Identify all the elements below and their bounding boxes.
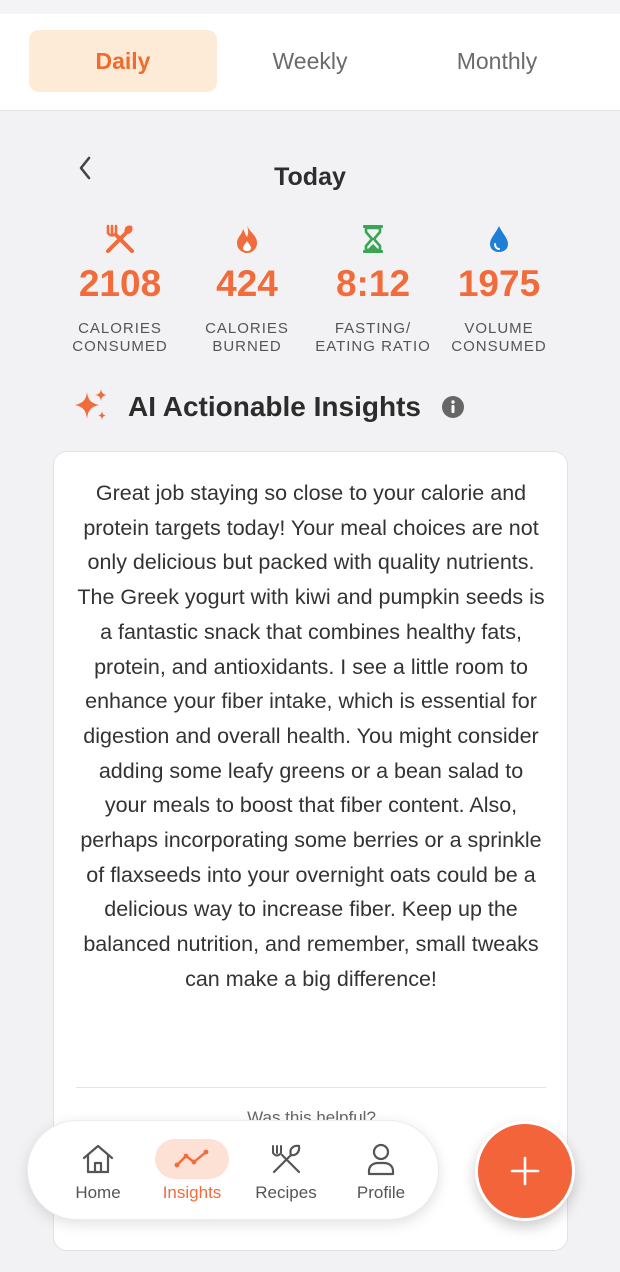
stat-value: 2108 — [78, 263, 162, 304]
nav-home[interactable]: Home — [53, 1121, 143, 1221]
nav-label: Home — [75, 1183, 121, 1202]
stat-value: 424 — [216, 263, 278, 304]
insights-title: AI Actionable Insights — [128, 391, 421, 422]
sparkles-icon — [72, 386, 110, 429]
plus-icon — [510, 1156, 540, 1186]
insights-text: Great job staying so close to your calor… — [77, 481, 545, 991]
stat-label: CALORIES BURNED — [205, 320, 289, 355]
stat-value: 1975 — [457, 263, 541, 304]
stat-fasting-ratio: 8:12 FASTING/ EATING RATIO — [303, 220, 443, 356]
fork-knife-icon — [50, 220, 190, 258]
stat-value: 8:12 — [335, 263, 411, 304]
stat-calories-burned: 424 CALORIES BURNED — [177, 220, 317, 356]
water-drop-icon — [429, 220, 569, 258]
stat-label: FASTING/ EATING RATIO — [315, 320, 431, 355]
trend-line-icon — [155, 1139, 229, 1179]
stat-volume-consumed: 1975 VOLUME CONSUMED — [429, 220, 569, 356]
date-title: Today — [274, 163, 346, 191]
add-button[interactable] — [475, 1121, 575, 1221]
user-icon — [344, 1139, 418, 1179]
divider — [76, 1087, 546, 1088]
nav-profile[interactable]: Profile — [336, 1121, 426, 1221]
home-icon — [61, 1139, 135, 1179]
tab-weekly[interactable]: Weekly — [216, 30, 404, 92]
insights-header: AI Actionable Insights — [72, 384, 492, 430]
stat-label: VOLUME CONSUMED — [451, 320, 547, 355]
flame-icon — [177, 220, 317, 258]
stat-label: CALORIES CONSUMED — [72, 320, 168, 355]
stat-calories-consumed: 2108 CALORIES CONSUMED — [50, 220, 190, 356]
nav-insights[interactable]: Insights — [147, 1121, 237, 1221]
bottom-nav: Home Insights Recipes Profile — [27, 1120, 439, 1220]
status-bar-area — [0, 0, 620, 14]
hourglass-icon — [303, 220, 443, 258]
fork-knife-icon — [249, 1139, 323, 1179]
tab-monthly[interactable]: Monthly — [403, 30, 591, 92]
nav-label: Profile — [356, 1183, 406, 1202]
info-icon[interactable] — [441, 395, 465, 419]
period-tabs: Daily Weekly Monthly — [0, 14, 620, 111]
nav-recipes[interactable]: Recipes — [241, 1121, 331, 1221]
nav-label: Insights — [162, 1183, 222, 1202]
tab-daily[interactable]: Daily — [29, 30, 217, 92]
nav-label: Recipes — [255, 1183, 317, 1202]
